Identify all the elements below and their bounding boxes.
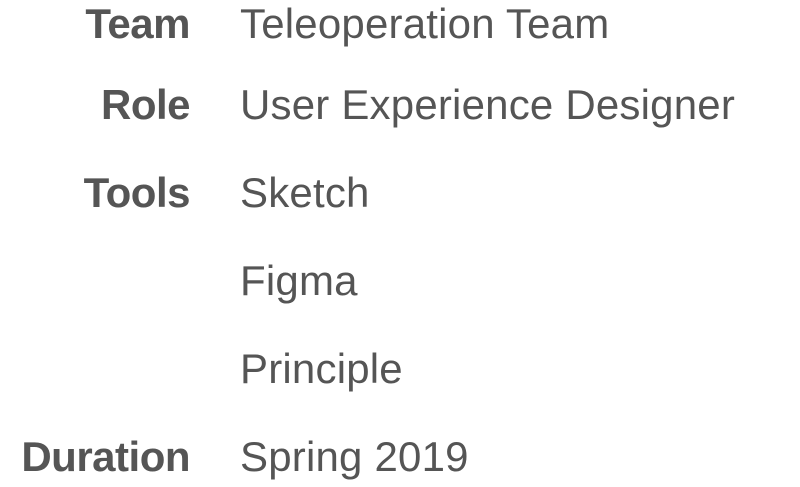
duration-value: Spring 2019 (240, 433, 469, 480)
role-value: User Experience Designer (240, 81, 736, 128)
tools-label: Tools (83, 169, 191, 216)
team-label: Team (85, 0, 190, 47)
tool-item: Principle (240, 345, 403, 392)
tools-row: Tools Sketch (0, 163, 800, 223)
duration-row: Duration Spring 2019 (0, 427, 800, 487)
project-details: Team Teleoperation Team Role User Experi… (0, 0, 800, 486)
role-label: Role (100, 81, 191, 128)
tool-item: Sketch (240, 169, 370, 216)
team-row: Team Teleoperation Team (0, 0, 800, 54)
role-row: Role User Experience Designer (0, 75, 800, 135)
tools-row-continued: Figma (0, 251, 800, 311)
tool-item: Figma (240, 257, 358, 304)
tools-row-continued: Principle (0, 339, 800, 399)
team-value: Teleoperation Team (240, 0, 610, 47)
duration-label: Duration (21, 433, 190, 480)
